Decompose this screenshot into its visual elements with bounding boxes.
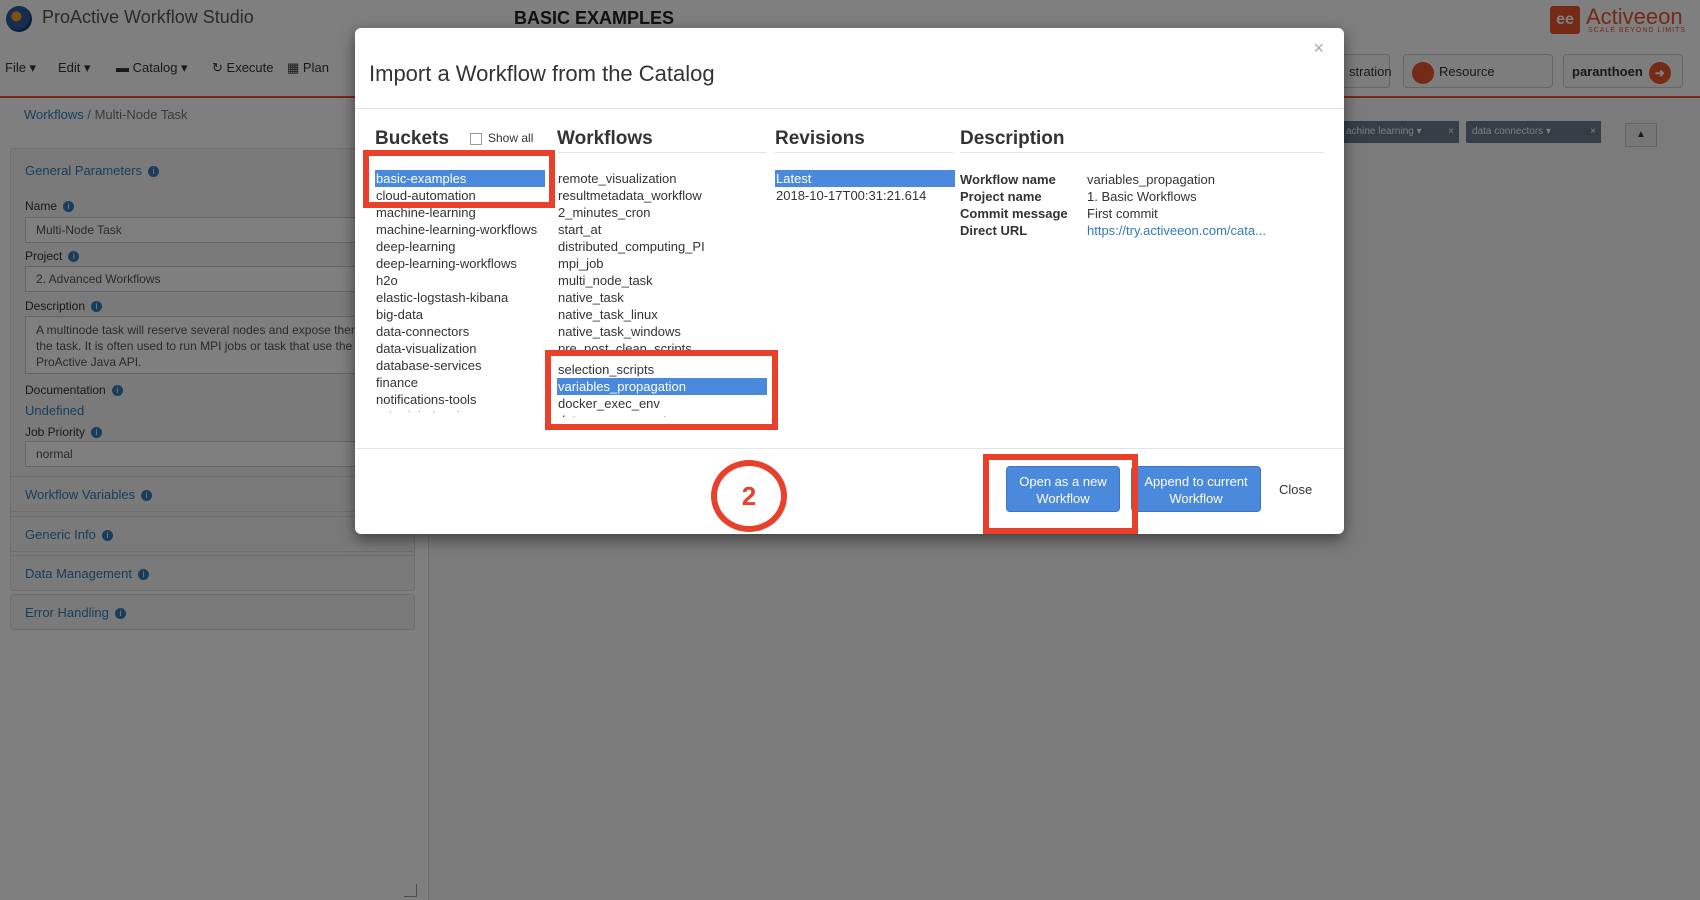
workflow-item[interactable]: remote_visualization xyxy=(557,170,767,187)
workflow-item[interactable]: start_at xyxy=(557,221,767,238)
description-heading: Description xyxy=(960,128,1324,153)
bucket-item[interactable]: scheduled-tasks xyxy=(375,408,545,412)
step-number-badge: 2 xyxy=(711,460,787,532)
project-name-key: Project name xyxy=(960,189,1042,204)
append-line2: Workflow xyxy=(1169,491,1223,506)
checkbox-icon xyxy=(470,132,482,145)
commit-message-value: First commit xyxy=(1087,206,1158,221)
bucket-item[interactable]: data-visualization xyxy=(375,340,545,357)
revisions-list[interactable]: Latest 2018-10-17T00:31:21.614 xyxy=(775,170,955,210)
direct-url-link[interactable]: https://try.activeeon.com/cata... xyxy=(1087,223,1266,238)
close-button[interactable]: Close xyxy=(1279,482,1312,497)
workflow-item[interactable]: native_task_linux xyxy=(557,306,767,323)
show-all-checkbox[interactable]: Show all xyxy=(470,131,533,145)
append-to-current-workflow-button[interactable]: Append to current Workflow xyxy=(1131,466,1261,512)
show-all-label: Show all xyxy=(488,131,534,145)
bucket-item[interactable]: elastic-logstash-kibana xyxy=(375,289,545,306)
workflow-item[interactable]: multi_node_task xyxy=(557,272,767,289)
project-name-value: 1. Basic Workflows xyxy=(1087,189,1197,204)
workflow-name-value: variables_propagation xyxy=(1087,172,1215,187)
workflow-item[interactable]: resultmetadata_workflow xyxy=(557,187,767,204)
modal-header: Import a Workflow from the Catalog × xyxy=(355,28,1344,109)
modal-footer: Open as a new Workflow Append to current… xyxy=(355,448,1344,535)
workflow-item[interactable]: mpi_job xyxy=(557,255,767,272)
revision-item[interactable]: Latest xyxy=(775,170,955,187)
workflow-name-key: Workflow name xyxy=(960,172,1056,187)
bucket-item[interactable]: deep-learning-workflows xyxy=(375,255,545,272)
direct-url-key: Direct URL xyxy=(960,223,1028,238)
bucket-item[interactable]: database-services xyxy=(375,357,545,374)
revisions-heading: Revisions xyxy=(775,128,953,153)
annotation-workflow-highlight xyxy=(545,350,778,430)
bucket-item[interactable]: notifications-tools xyxy=(375,391,545,408)
bucket-item[interactable]: deep-learning xyxy=(375,238,545,255)
workflows-heading: Workflows xyxy=(557,128,767,153)
bucket-item[interactable]: h2o xyxy=(375,272,545,289)
workflow-item[interactable]: distributed_computing_PI xyxy=(557,238,767,255)
workflow-item[interactable]: native_task xyxy=(557,289,767,306)
workflow-item[interactable]: native_task_windows xyxy=(557,323,767,340)
modal-title: Import a Workflow from the Catalog xyxy=(369,61,715,86)
annotation-bucket-highlight xyxy=(363,150,555,208)
revision-item[interactable]: 2018-10-17T00:31:21.614 xyxy=(775,187,955,204)
workflows-list[interactable]: remote_visualization resultmetadata_workf… xyxy=(557,170,767,355)
bucket-item[interactable]: data-connectors xyxy=(375,323,545,340)
commit-message-key: Commit message xyxy=(960,206,1068,221)
bucket-item[interactable]: finance xyxy=(375,374,545,391)
annotation-button-highlight xyxy=(983,454,1138,534)
workflow-item[interactable]: 2_minutes_cron xyxy=(557,204,767,221)
bucket-item[interactable]: big-data xyxy=(375,306,545,323)
append-line1: Append to current xyxy=(1144,474,1248,489)
import-workflow-modal: Import a Workflow from the Catalog × Buc… xyxy=(355,28,1344,534)
close-icon[interactable]: × xyxy=(1313,38,1324,59)
bucket-item[interactable]: machine-learning-workflows xyxy=(375,221,545,238)
